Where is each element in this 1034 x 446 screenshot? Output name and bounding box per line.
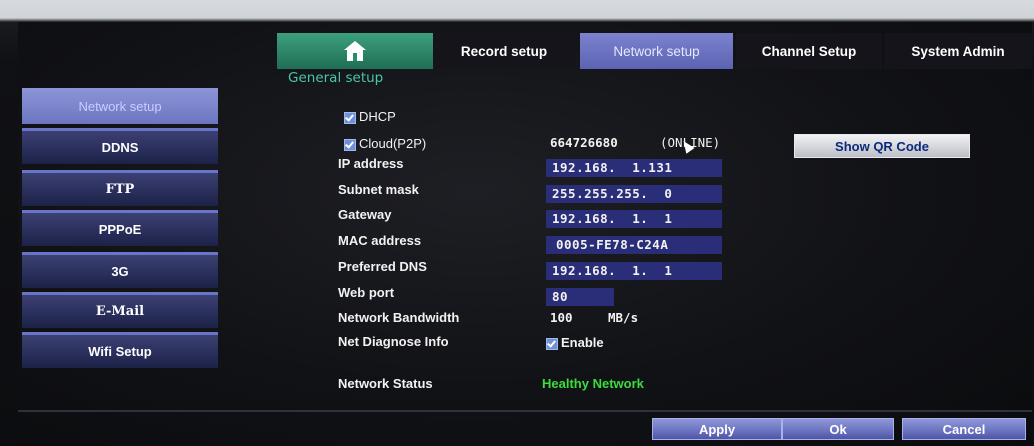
- net-diagnose-label: Net Diagnose Info: [338, 334, 449, 349]
- footer-divider: [18, 410, 1032, 412]
- cloud-label: Cloud(P2P): [359, 136, 427, 151]
- gateway-field[interactable]: 192.168. 1. 1: [546, 210, 722, 228]
- cancel-button[interactable]: Cancel: [902, 418, 1026, 440]
- network-settings-panel: Record setup Network setup Channel Setup…: [18, 22, 1032, 446]
- tab-network-setup[interactable]: Network setup: [580, 33, 733, 69]
- checkbox-checked-icon: [344, 138, 356, 151]
- bandwidth-value: 100: [550, 310, 573, 325]
- tab-system-admin[interactable]: System Admin: [884, 33, 1032, 69]
- gateway-label: Gateway: [338, 207, 392, 222]
- cloud-id-value: 664726680: [550, 135, 618, 150]
- dvr-screen: Record setup Network setup Channel Setup…: [0, 0, 1034, 446]
- preferred-dns-label: Preferred DNS: [338, 259, 427, 274]
- sidebar-item-pppoe[interactable]: PPPoE: [22, 210, 218, 246]
- subnet-mask-label: Subnet mask: [338, 182, 419, 197]
- network-status-value: Healthy Network: [542, 376, 644, 391]
- tab-record-setup[interactable]: Record setup: [434, 33, 574, 69]
- web-port-field[interactable]: 80: [546, 288, 614, 306]
- home-icon: [344, 41, 366, 61]
- web-port-label: Web port: [338, 285, 395, 300]
- preferred-dns-field[interactable]: 192.168. 1. 1: [546, 262, 722, 280]
- bandwidth-unit: MB/s: [608, 310, 639, 325]
- diagnose-enable-checkbox[interactable]: Enable: [546, 335, 604, 350]
- dhcp-label: DHCP: [359, 109, 396, 124]
- mac-address-field: 0005-FE78-C24A: [546, 236, 722, 254]
- ok-button[interactable]: Ok: [782, 418, 894, 440]
- show-qr-code-button[interactable]: Show QR Code: [794, 134, 970, 158]
- sidebar-item-ddns[interactable]: DDNS: [22, 128, 218, 164]
- apply-button[interactable]: Apply: [652, 418, 782, 440]
- cloud-p2p-checkbox[interactable]: Cloud(P2P): [344, 136, 426, 151]
- sidebar-item-3g[interactable]: 3G: [22, 252, 218, 288]
- section-title: General setup: [288, 70, 384, 86]
- sidebar-item-network-setup[interactable]: Network setup: [22, 88, 218, 124]
- checkbox-checked-icon: [546, 337, 558, 350]
- ip-address-label: IP address: [338, 156, 404, 171]
- dhcp-checkbox[interactable]: DHCP: [344, 109, 396, 124]
- ip-address-field[interactable]: 192.168. 1.131: [546, 159, 722, 177]
- tab-home[interactable]: [277, 33, 433, 69]
- sidebar: Network setup DDNS FTP PPPoE 3G E-Mail W…: [22, 82, 220, 382]
- mac-address-label: MAC address: [338, 233, 422, 248]
- sidebar-item-email[interactable]: E-Mail: [22, 292, 218, 328]
- network-bandwidth-label: Network Bandwidth: [338, 310, 460, 325]
- network-status-label: Network Status: [338, 376, 433, 391]
- sidebar-item-ftp[interactable]: FTP: [22, 170, 218, 206]
- sidebar-item-wifi-setup[interactable]: Wifi Setup: [22, 332, 218, 368]
- tab-channel-setup[interactable]: Channel Setup: [736, 33, 882, 69]
- subnet-mask-field[interactable]: 255.255.255. 0: [546, 185, 722, 203]
- enable-label: Enable: [561, 335, 604, 350]
- checkbox-checked-icon: [344, 111, 356, 124]
